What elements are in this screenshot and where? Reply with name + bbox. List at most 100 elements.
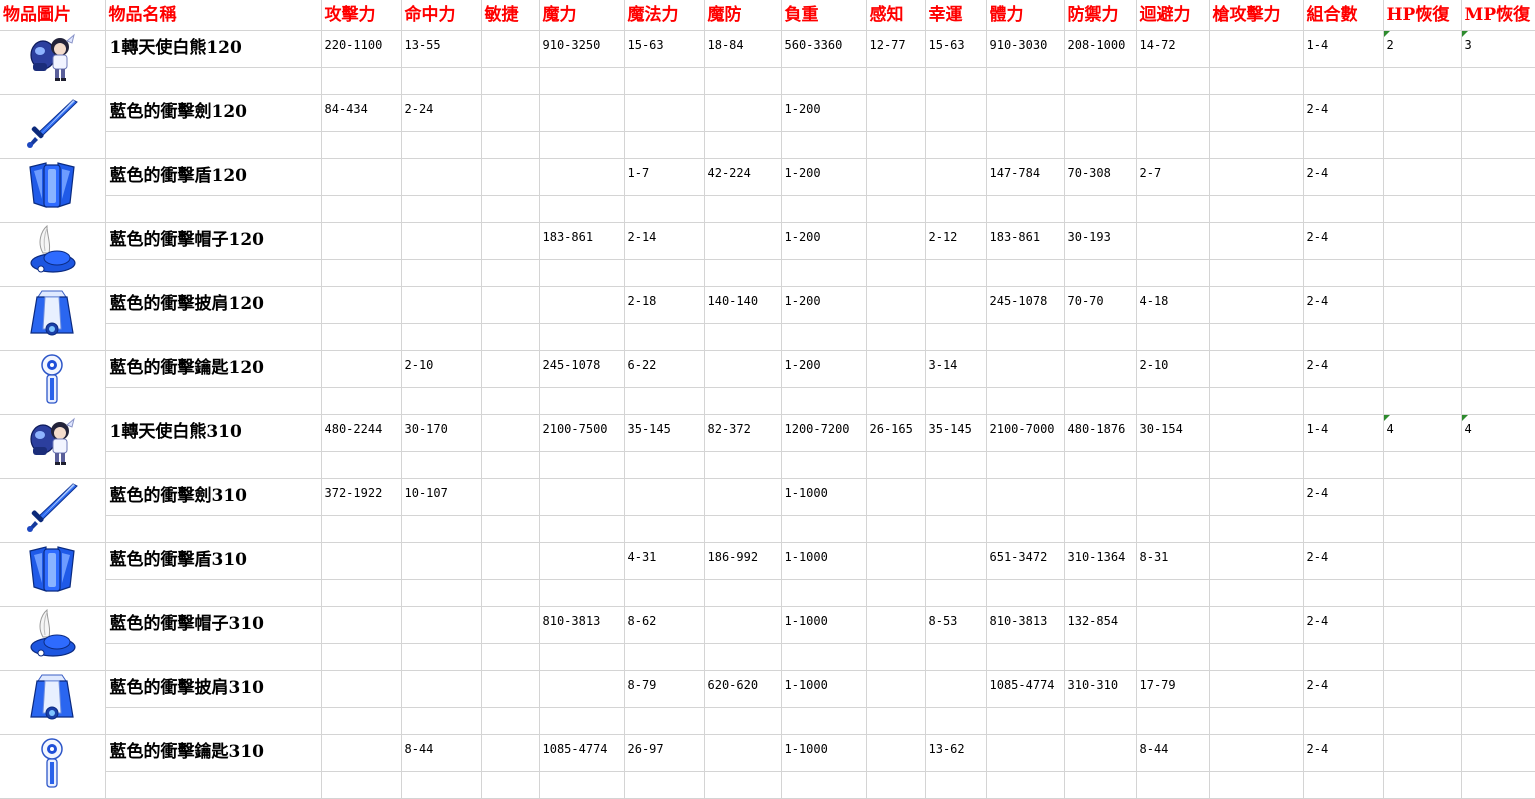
cell-mp-recovery[interactable]: 4: [1461, 414, 1535, 452]
empty-cell[interactable]: [1064, 643, 1137, 672]
empty-cell[interactable]: [1461, 771, 1535, 799]
empty-cell[interactable]: [1303, 195, 1384, 224]
column-header[interactable]: 魔法力: [624, 0, 705, 31]
empty-cell[interactable]: [1209, 323, 1304, 352]
cell-magic[interactable]: [539, 478, 625, 516]
empty-cell[interactable]: [105, 515, 322, 544]
empty-cell[interactable]: [1383, 451, 1462, 480]
cell-agility[interactable]: [481, 542, 540, 580]
cell-hp-recovery[interactable]: [1383, 478, 1462, 516]
cell-magic[interactable]: [539, 542, 625, 580]
empty-cell[interactable]: [1303, 579, 1384, 608]
cell-mp-recovery[interactable]: [1461, 94, 1535, 132]
cell-perception[interactable]: [866, 158, 926, 196]
cell-magic[interactable]: 1085-4774: [539, 734, 625, 772]
cell-accuracy[interactable]: [401, 222, 482, 260]
empty-cell[interactable]: [624, 515, 705, 544]
cell-mp-recovery[interactable]: [1461, 670, 1535, 708]
item-image-cell[interactable]: [0, 94, 106, 159]
cell-gun-attack[interactable]: [1209, 542, 1304, 580]
empty-cell[interactable]: [1383, 387, 1462, 416]
cell-magic[interactable]: [539, 158, 625, 196]
cell-evasion[interactable]: 4-18: [1136, 286, 1210, 324]
empty-cell[interactable]: [1136, 67, 1210, 96]
cell-mp-recovery[interactable]: [1461, 606, 1535, 644]
empty-cell[interactable]: [105, 579, 322, 608]
empty-cell[interactable]: [1064, 515, 1137, 544]
cell-luck[interactable]: 15-63: [925, 30, 987, 68]
empty-cell[interactable]: [866, 67, 926, 96]
cell-luck[interactable]: 2-12: [925, 222, 987, 260]
empty-cell[interactable]: [481, 579, 540, 608]
cell-magic-power[interactable]: 1-7: [624, 158, 705, 196]
empty-cell[interactable]: [321, 387, 402, 416]
cell-stamina[interactable]: 910-3030: [986, 30, 1065, 68]
item-name-cell[interactable]: 藍色的衝擊帽子310: [105, 606, 322, 644]
cell-magic-defense[interactable]: 186-992: [704, 542, 782, 580]
empty-cell[interactable]: [321, 643, 402, 672]
item-image-cell[interactable]: [0, 734, 106, 799]
cell-evasion[interactable]: [1136, 94, 1210, 132]
empty-cell[interactable]: [321, 579, 402, 608]
cell-agility[interactable]: [481, 478, 540, 516]
item-image-cell[interactable]: [0, 30, 106, 95]
empty-cell[interactable]: [1064, 387, 1137, 416]
empty-cell[interactable]: [1064, 707, 1137, 736]
empty-cell[interactable]: [866, 259, 926, 288]
empty-cell[interactable]: [704, 67, 782, 96]
cell-hp-recovery[interactable]: [1383, 670, 1462, 708]
cell-magic-defense[interactable]: 42-224: [704, 158, 782, 196]
empty-cell[interactable]: [866, 387, 926, 416]
empty-cell[interactable]: [481, 707, 540, 736]
cell-agility[interactable]: [481, 414, 540, 452]
cell-agility[interactable]: [481, 606, 540, 644]
cell-weight[interactable]: 1-200: [781, 350, 867, 388]
empty-cell[interactable]: [1209, 515, 1304, 544]
empty-cell[interactable]: [781, 451, 867, 480]
column-header[interactable]: 魔力: [539, 0, 625, 31]
cell-hp-recovery[interactable]: [1383, 606, 1462, 644]
column-header[interactable]: 組合數: [1303, 0, 1384, 31]
cell-defense[interactable]: 480-1876: [1064, 414, 1137, 452]
empty-cell[interactable]: [1303, 515, 1384, 544]
cell-gun-attack[interactable]: [1209, 222, 1304, 260]
item-name-cell[interactable]: 藍色的衝擊盾120: [105, 158, 322, 196]
cell-magic-power[interactable]: 8-79: [624, 670, 705, 708]
column-header[interactable]: 魔防: [704, 0, 782, 31]
empty-cell[interactable]: [1064, 579, 1137, 608]
cell-luck[interactable]: 3-14: [925, 350, 987, 388]
cell-agility[interactable]: [481, 286, 540, 324]
cell-attack[interactable]: [321, 606, 402, 644]
empty-cell[interactable]: [1064, 323, 1137, 352]
cell-agility[interactable]: [481, 94, 540, 132]
empty-cell[interactable]: [539, 67, 625, 96]
cell-gun-attack[interactable]: [1209, 670, 1304, 708]
column-header[interactable]: 槍攻擊力: [1209, 0, 1304, 31]
cell-combo-count[interactable]: 2-4: [1303, 606, 1384, 644]
empty-cell[interactable]: [986, 323, 1065, 352]
cell-magic-defense[interactable]: 18-84: [704, 30, 782, 68]
item-name-cell[interactable]: 1轉天使白熊310: [105, 414, 322, 452]
empty-cell[interactable]: [986, 771, 1065, 799]
cell-accuracy[interactable]: [401, 606, 482, 644]
cell-luck[interactable]: [925, 542, 987, 580]
cell-attack[interactable]: [321, 350, 402, 388]
cell-stamina[interactable]: 651-3472: [986, 542, 1065, 580]
cell-attack[interactable]: 84-434: [321, 94, 402, 132]
empty-cell[interactable]: [781, 707, 867, 736]
cell-attack[interactable]: [321, 734, 402, 772]
empty-cell[interactable]: [986, 387, 1065, 416]
empty-cell[interactable]: [1303, 707, 1384, 736]
empty-cell[interactable]: [105, 195, 322, 224]
cell-mp-recovery[interactable]: 3: [1461, 30, 1535, 68]
empty-cell[interactable]: [481, 643, 540, 672]
empty-cell[interactable]: [539, 387, 625, 416]
comment-indicator-icon[interactable]: [1383, 31, 1390, 37]
empty-cell[interactable]: [781, 387, 867, 416]
empty-cell[interactable]: [539, 643, 625, 672]
cell-evasion[interactable]: 17-79: [1136, 670, 1210, 708]
column-header[interactable]: 迴避力: [1136, 0, 1210, 31]
empty-cell[interactable]: [539, 131, 625, 160]
cell-luck[interactable]: [925, 670, 987, 708]
cell-evasion[interactable]: [1136, 478, 1210, 516]
